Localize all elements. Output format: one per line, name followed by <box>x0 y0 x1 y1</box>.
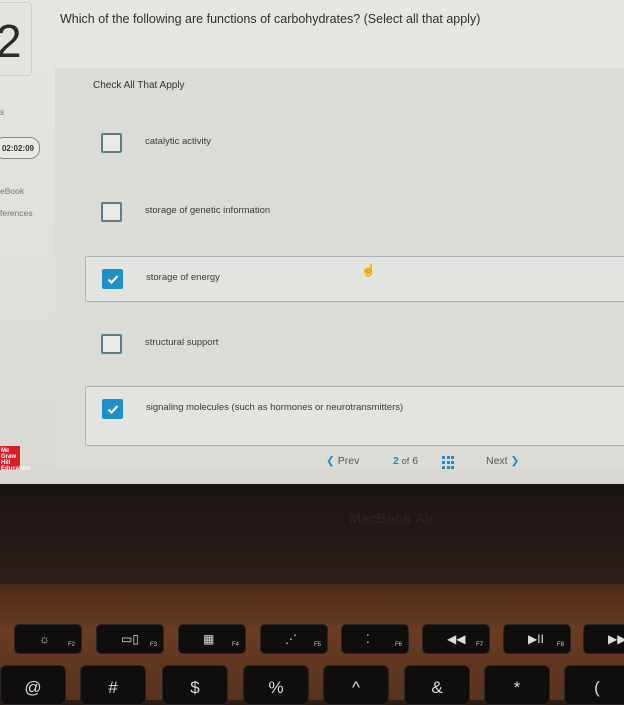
of-label: of <box>401 456 410 466</box>
current-page: 2 <box>393 455 399 467</box>
key-label: F8 <box>556 642 564 648</box>
next-button[interactable]: Next ❯ <box>486 455 519 467</box>
option-signaling-molecules[interactable]: signaling molecules (such as hormones or… <box>85 386 624 446</box>
question-text: Which of the following are functions of … <box>60 12 481 26</box>
keyboard-light-down-icon: ⋰ <box>285 632 297 646</box>
fast-forward-icon: ▶▶ <box>608 632 624 646</box>
key-2[interactable]: @ <box>0 665 66 705</box>
mcgraw-hill-logo: Mc Graw Hill Education <box>0 446 30 472</box>
key-f2[interactable]: ☼ F2 <box>14 624 82 654</box>
checkbox[interactable] <box>101 133 122 153</box>
brand-label: MacBook Air <box>349 510 435 526</box>
option-storage-genetic-information[interactable]: storage of genetic information <box>85 190 624 236</box>
chevron-left-icon: ❮ <box>326 455 335 467</box>
option-label: catalytic activity <box>145 136 211 147</box>
key-f9[interactable]: ▶▶ <box>583 624 624 654</box>
option-label: signaling molecules (such as hormones or… <box>146 402 404 413</box>
option-structural-support[interactable]: structural support <box>85 322 624 368</box>
key-f8[interactable]: ▶II F8 <box>503 624 571 654</box>
checkbox[interactable] <box>101 202 122 222</box>
question-grid-icon[interactable] <box>442 456 455 469</box>
option-catalytic-activity[interactable]: catalytic activity <box>85 121 624 167</box>
mission-control-icon: ▭▯ <box>121 632 139 646</box>
checkmark-icon <box>107 275 119 285</box>
key-label: F7 <box>475 642 483 648</box>
key-f6[interactable]: ⁚ F6 <box>341 624 409 654</box>
key-label: F6 <box>394 642 402 648</box>
checkmark-icon <box>107 405 119 415</box>
key-5[interactable]: % <box>243 665 309 705</box>
hand-cursor-icon: ☝ <box>361 263 376 277</box>
key-label: F4 <box>231 642 239 648</box>
key-8[interactable]: * <box>484 665 550 705</box>
key-label: F3 <box>149 642 157 648</box>
option-storage-of-energy[interactable]: storage of energy <box>85 256 624 302</box>
play-pause-icon: ▶II <box>528 632 544 646</box>
keyboard-light-up-icon: ⁚ <box>366 632 370 646</box>
key-4[interactable]: $ <box>162 665 228 705</box>
browser-screen: 2 Which of the following are functions o… <box>0 0 624 484</box>
key-f7[interactable]: ◀◀ F7 <box>422 624 490 654</box>
question-number: 2 <box>0 15 22 67</box>
key-9[interactable]: ( <box>564 665 624 705</box>
option-label: storage of energy <box>146 272 220 283</box>
key-3[interactable]: # <box>80 665 146 705</box>
chevron-right-icon: ❯ <box>510 455 520 467</box>
launchpad-icon: ▦ <box>203 632 215 646</box>
key-f4[interactable]: ▦ F4 <box>178 624 246 654</box>
checkbox-checked[interactable] <box>102 399 123 419</box>
checkbox[interactable] <box>101 334 122 354</box>
option-label: storage of genetic information <box>145 205 271 216</box>
brightness-up-icon: ☼ <box>39 632 50 646</box>
total-pages: 6 <box>412 455 419 467</box>
laptop-bezel: MacBook Air <box>0 484 624 584</box>
prev-label: Prev <box>337 455 360 467</box>
prev-button[interactable]: ❮ Prev <box>326 455 359 467</box>
key-label: F5 <box>313 642 321 648</box>
next-label: Next <box>486 455 508 467</box>
check-all-instruction: Check All That Apply <box>93 80 185 91</box>
key-f3[interactable]: ▭▯ F3 <box>96 624 164 654</box>
key-f5[interactable]: ⋰ F5 <box>260 624 328 654</box>
option-label: structural support <box>145 337 219 348</box>
key-label: F2 <box>67 642 75 648</box>
sidebar-partial-label: s <box>0 108 4 117</box>
key-6[interactable]: ^ <box>323 665 389 705</box>
logo-text: Mc Graw Hill Education <box>1 448 31 472</box>
key-7[interactable]: & <box>404 665 470 705</box>
page-indicator: 2 of 6 <box>393 455 418 467</box>
references-link[interactable]: ferences <box>0 208 33 218</box>
ebook-link[interactable]: eBook <box>0 186 24 196</box>
checkbox-checked[interactable] <box>102 269 123 289</box>
timer: 02:02:09 <box>0 137 40 159</box>
rewind-icon: ◀◀ <box>447 632 466 646</box>
